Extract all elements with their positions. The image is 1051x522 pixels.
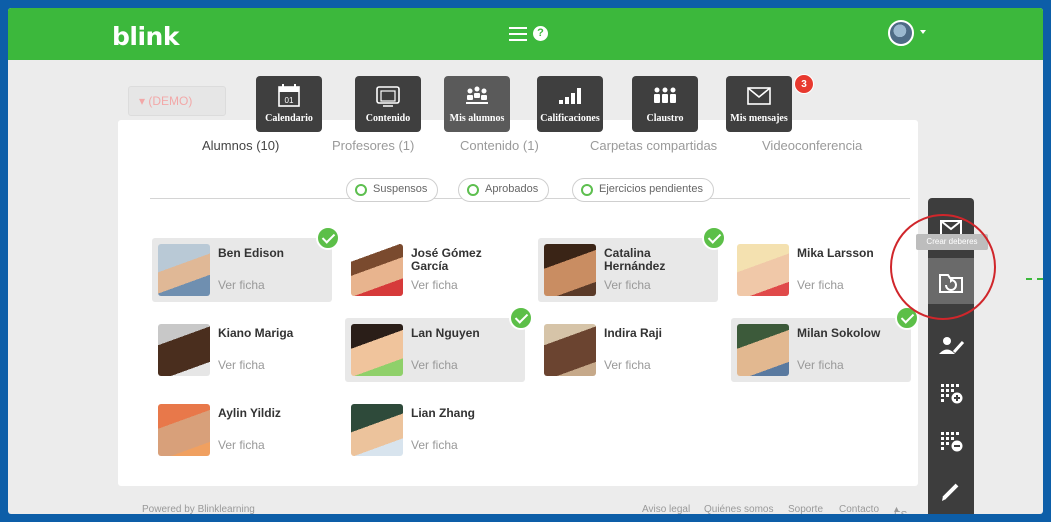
footer-link-contacto[interactable]: Contacto xyxy=(839,504,879,514)
student-card[interactable]: Ben Edison Ver ficha xyxy=(152,238,332,302)
student-name: Ben Edison xyxy=(218,246,285,260)
grid-add-icon xyxy=(941,384,963,404)
student-photo xyxy=(544,324,596,376)
filter-ejercicios-pendientes[interactable]: Ejercicios pendientes xyxy=(572,178,714,202)
student-photo xyxy=(351,324,403,376)
student-photo xyxy=(737,244,789,296)
grades-icon xyxy=(559,88,581,104)
ver-ficha-link[interactable]: Ver ficha xyxy=(218,278,265,292)
staff-icon xyxy=(654,87,676,103)
student-card[interactable]: Catalina Hernández Ver ficha xyxy=(538,238,718,302)
ver-ficha-link[interactable]: Ver ficha xyxy=(411,438,458,452)
ver-ficha-link[interactable]: Ver ficha xyxy=(604,358,651,372)
chevron-down-icon[interactable] xyxy=(920,30,926,34)
check-icon xyxy=(316,226,340,250)
tab-contenido[interactable]: Contenido (1) xyxy=(460,138,539,153)
ver-ficha-link[interactable]: Ver ficha xyxy=(797,278,844,292)
mail-icon xyxy=(747,87,771,105)
student-card[interactable]: Lan Nguyen Ver ficha xyxy=(345,318,525,382)
grid-remove-icon xyxy=(941,432,963,452)
student-card[interactable]: Indira Raji Ver ficha xyxy=(538,318,718,382)
students-card: Alumnos (10) Profesores (1) Contenido (1… xyxy=(118,120,919,486)
user-edit-icon xyxy=(939,337,965,354)
svg-text:01: 01 xyxy=(285,96,294,105)
highlight-circle xyxy=(890,214,996,320)
calendar-icon: 01 xyxy=(278,84,300,107)
toolbar-mis-alumnos[interactable]: Mis alumnos xyxy=(444,76,510,132)
student-name: Catalina Hernández xyxy=(604,246,666,273)
tab-alumnos[interactable]: Alumnos (10) xyxy=(202,138,279,153)
check-icon xyxy=(509,306,533,330)
tab-videoconferencia[interactable]: Videoconferencia xyxy=(762,138,862,153)
student-card[interactable]: Aylin Yildiz Ver ficha xyxy=(152,398,332,462)
pencil-icon xyxy=(942,483,959,501)
message-count-badge: 3 xyxy=(794,74,814,94)
check-icon xyxy=(702,226,726,250)
sidebar-pencil[interactable] xyxy=(928,476,974,514)
ver-ficha-link[interactable]: Ver ficha xyxy=(218,358,265,372)
toolbar-claustro[interactable]: Claustro xyxy=(632,76,698,132)
card-tabs: Alumnos (10) Profesores (1) Contenido (1… xyxy=(118,138,918,158)
ver-ficha-link[interactable]: Ver ficha xyxy=(411,358,458,372)
student-name: Lan Nguyen xyxy=(411,326,480,340)
sidebar-grid-add[interactable] xyxy=(928,378,974,424)
top-bar: blink ? xyxy=(8,8,1043,60)
sidebar-user-edit[interactable] xyxy=(928,330,974,376)
student-card[interactable]: Lian Zhang Ver ficha xyxy=(345,398,525,462)
radio-icon xyxy=(355,184,367,196)
footer-link-soporte[interactable]: Soporte xyxy=(788,504,823,514)
footer-link-quienes[interactable]: Quiénes somos xyxy=(704,504,773,514)
ver-ficha-link[interactable]: Ver ficha xyxy=(797,358,844,372)
tab-profesores[interactable]: Profesores (1) xyxy=(332,138,414,153)
student-card[interactable]: José Gómez García Ver ficha xyxy=(345,238,525,302)
callout-line xyxy=(1026,278,1043,280)
ver-ficha-link[interactable]: Ver ficha xyxy=(218,438,265,452)
student-name: Milan Sokolow xyxy=(797,326,881,340)
ver-ficha-link[interactable]: Ver ficha xyxy=(411,278,458,292)
footer: Powered by Blinklearning Aviso legal Qui… xyxy=(8,498,1043,514)
user-avatar[interactable] xyxy=(888,20,914,46)
student-photo xyxy=(351,244,403,296)
tab-carpetas[interactable]: Carpetas compartidas xyxy=(590,138,717,153)
toolbar-calificaciones[interactable]: Calificaciones xyxy=(537,76,603,132)
student-photo xyxy=(158,244,210,296)
student-name: Aylin Yildiz xyxy=(218,406,281,420)
powered-by: Powered by Blinklearning xyxy=(142,504,255,514)
student-name: José Gómez García xyxy=(411,246,482,273)
language-selector[interactable]: ES ▴ xyxy=(894,504,907,514)
filter-suspensos[interactable]: Suspensos xyxy=(346,178,439,202)
course-tab[interactable]: ▾ (DEMO) xyxy=(128,86,226,116)
content-icon xyxy=(376,86,400,107)
student-name: Lian Zhang xyxy=(411,406,475,420)
student-name: Indira Raji xyxy=(604,326,663,340)
toolbar-calendario[interactable]: 01 Calendario xyxy=(256,76,322,132)
filter-aprobados[interactable]: Aprobados xyxy=(458,178,550,202)
footer-link-aviso[interactable]: Aviso legal xyxy=(642,504,690,514)
student-card[interactable]: Mika Larsson Ver ficha xyxy=(731,238,911,302)
toolbar-contenido[interactable]: Contenido xyxy=(355,76,421,132)
radio-icon xyxy=(467,184,479,196)
student-photo xyxy=(158,324,210,376)
student-name: Kiano Mariga xyxy=(218,326,294,340)
app-window: blink ? ▾ (DEMO) Alumnos (10) Profesores… xyxy=(8,8,1043,514)
help-icon[interactable]: ? xyxy=(533,26,548,41)
ver-ficha-link[interactable]: Ver ficha xyxy=(604,278,651,292)
student-photo xyxy=(737,324,789,376)
toolbar-mis-mensajes[interactable]: Mis mensajes xyxy=(726,76,792,132)
student-photo xyxy=(544,244,596,296)
menu-icon[interactable] xyxy=(509,27,527,41)
students-icon xyxy=(466,86,488,104)
student-card[interactable]: Kiano Mariga Ver ficha xyxy=(152,318,332,382)
radio-icon xyxy=(581,184,593,196)
app-logo[interactable]: blink xyxy=(112,22,179,51)
student-photo xyxy=(158,404,210,456)
student-photo xyxy=(351,404,403,456)
student-card[interactable]: Milan Sokolow Ver ficha xyxy=(731,318,911,382)
sidebar-grid-remove[interactable] xyxy=(928,426,974,472)
